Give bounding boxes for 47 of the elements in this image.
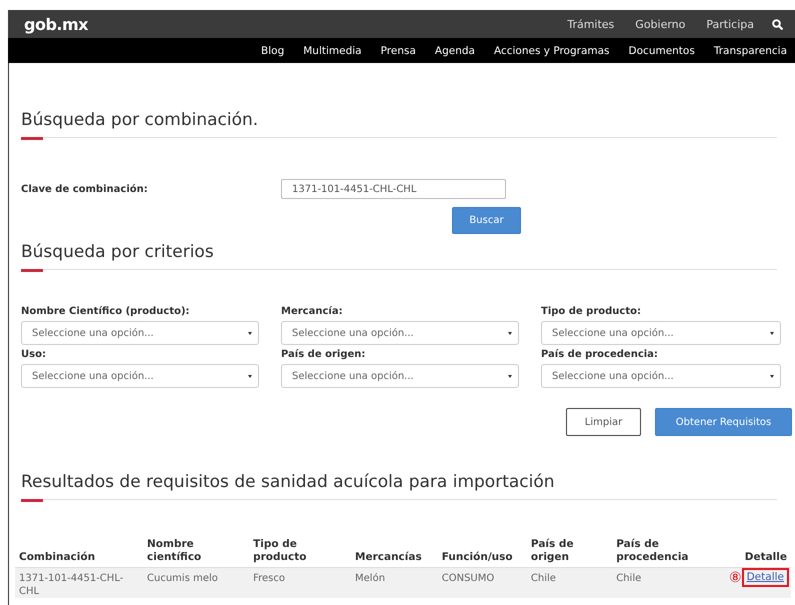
table-cell: Cucumis melo [143,568,250,598]
top-link[interactable]: Gobierno [635,18,686,30]
detail-link[interactable]: Detalle [746,571,784,583]
caret-icon [770,374,774,378]
filter-label: País de origen: [281,349,366,360]
nav-link[interactable]: Documentos [628,44,695,56]
field-label: Clave de combinación: [21,184,149,194]
table-cell: 1371-101-4451-CHL-CHL [15,568,144,598]
section-title: Búsqueda por criterios [21,242,215,264]
nav-link[interactable]: Transparencia [714,44,787,56]
caret-icon [248,332,252,334]
caret-icon [770,332,774,334]
caret-icon [508,374,512,378]
nav-link[interactable]: Multimedia [303,44,362,56]
combination-key-field[interactable]: 1371-101-4451-CHL-CHL [281,179,506,199]
step-number: ⑧ [729,570,742,586]
caret-icon [508,332,512,334]
search-button[interactable]: Buscar [452,207,521,234]
search-icon[interactable] [772,18,783,30]
submit-button[interactable]: Obtener Requisitos [655,408,792,436]
dropdown[interactable]: Seleccione una opción... [281,321,519,345]
filter-label: Nombre Científico (producto): [21,306,191,317]
table-cell: Fresco [249,568,352,598]
table-cell: Melón [351,568,438,598]
top-link[interactable]: Participa [706,18,754,30]
filter-label: Mercancía: [281,306,344,317]
table-cell: Chile [612,568,722,598]
dropdown[interactable]: Seleccione una opción... [281,364,519,388]
section-title: Búsqueda por combinación. [21,110,260,132]
nav-link[interactable]: Acciones y Programas [494,44,610,56]
caret-icon [248,374,252,378]
filter-label: Uso: [21,349,47,360]
dropdown[interactable]: Seleccione una opción... [541,364,781,388]
dropdown[interactable]: Seleccione una opción... [21,364,259,388]
table-cell: CONSUMO [438,568,527,598]
dropdown[interactable]: Seleccione una opción... [541,321,781,345]
section-title: Resultados de requisitos de sanidad acuícola para importación [21,472,556,494]
nav-link[interactable]: Agenda [434,44,475,56]
filter-label: Tipo de producto: [541,306,642,317]
top-link[interactable]: Trámites [567,18,614,30]
site-logo[interactable]: gob.mx [24,14,88,34]
nav-link[interactable]: Blog [261,44,284,56]
clear-button[interactable]: Limpiar [566,408,641,436]
dropdown[interactable]: Seleccione una opción... [21,321,259,345]
filter-label: País de procedencia: [541,349,659,360]
nav-link[interactable]: Prensa [380,44,416,56]
table-cell: Chile [526,568,612,598]
